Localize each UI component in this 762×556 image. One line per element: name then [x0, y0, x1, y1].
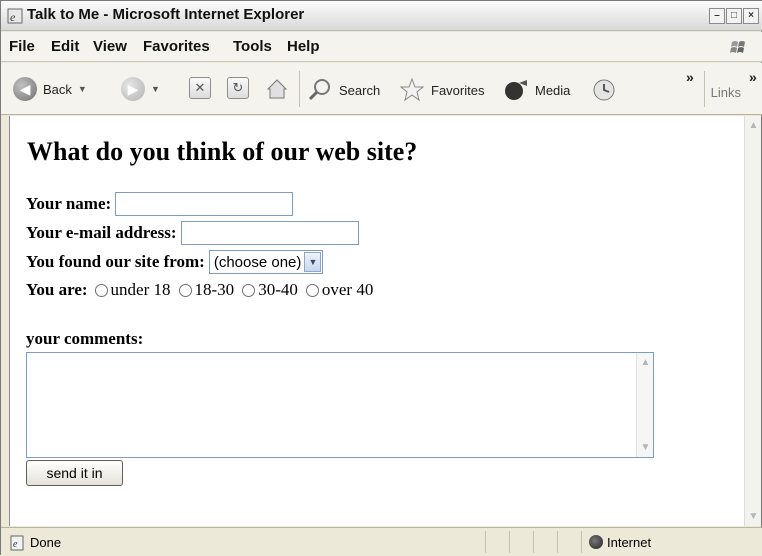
- menu-favorites[interactable]: Favorites: [143, 38, 210, 55]
- toolbar-separator: [299, 71, 300, 107]
- menu-edit[interactable]: Edit: [51, 38, 79, 55]
- toolbar: ◀ Back ▼ ▶ ▼ ✕ ↻ Search Favorites Media …: [1, 63, 762, 115]
- menu-help[interactable]: Help: [287, 38, 320, 55]
- refresh-icon: ↻: [227, 77, 249, 99]
- comments-label: your comments:: [26, 329, 144, 348]
- scroll-down-icon[interactable]: ▼: [746, 509, 761, 524]
- age-label: You are:: [26, 280, 88, 299]
- chevron-down-icon[interactable]: ▼: [304, 252, 322, 272]
- age-option-label: over 40: [321, 280, 374, 299]
- status-bar: e Done Internet: [1, 527, 762, 556]
- age-radio-over-40[interactable]: [305, 283, 319, 297]
- comments-row: your comments:: [26, 329, 147, 349]
- browser-window: e Talk to Me - Microsoft Internet Explor…: [0, 0, 762, 556]
- age-option-label: under 18: [110, 280, 171, 299]
- svg-text:e: e: [10, 10, 16, 24]
- page-heading: What do you think of our web site?: [27, 137, 418, 166]
- search-label: Search: [339, 82, 381, 98]
- history-button[interactable]: [591, 77, 617, 103]
- favorites-label: Favorites: [431, 82, 485, 98]
- media-icon: [505, 80, 527, 100]
- menu-file[interactable]: File: [9, 38, 35, 55]
- ie-page-icon: e: [7, 8, 23, 24]
- menu-bar: File Edit View Favorites Tools Help: [1, 32, 762, 62]
- star-icon: [399, 77, 425, 102]
- stop-button[interactable]: ✕: [189, 77, 211, 99]
- minimize-button[interactable]: –: [709, 8, 725, 24]
- status-text: Done: [30, 535, 62, 550]
- security-zone: Internet: [607, 535, 652, 550]
- back-dropdown-icon[interactable]: ▼: [78, 84, 87, 94]
- stop-icon: ✕: [189, 77, 211, 99]
- email-input[interactable]: [180, 221, 359, 245]
- status-divider: [581, 531, 582, 553]
- source-select[interactable]: (choose one) ▼: [208, 250, 324, 274]
- refresh-button[interactable]: ↻: [227, 77, 249, 99]
- name-label: Your name:: [26, 194, 112, 213]
- name-row: Your name:: [26, 192, 294, 216]
- page-done-icon: e: [10, 535, 24, 551]
- status-divider: [485, 531, 486, 553]
- submit-button[interactable]: send it in: [26, 460, 123, 486]
- links-overflow-icon[interactable]: »: [749, 69, 757, 85]
- search-button[interactable]: Search: [307, 77, 380, 103]
- toolbar-overflow-icon[interactable]: »: [686, 69, 694, 85]
- age-radio-under-18[interactable]: [94, 283, 108, 297]
- textarea-scrollbar[interactable]: ▲ ▼: [636, 353, 653, 457]
- back-button[interactable]: ◀ Back ▼: [13, 77, 87, 101]
- email-row: Your e-mail address:: [26, 221, 359, 245]
- status-divider: [533, 531, 534, 553]
- status-divider: [509, 531, 510, 553]
- scroll-up-icon[interactable]: ▲: [746, 118, 761, 133]
- scroll-up-icon[interactable]: ▲: [638, 355, 653, 370]
- comments-textarea[interactable]: ▲ ▼: [26, 352, 654, 458]
- windows-logo-icon: [730, 41, 745, 53]
- search-icon: [308, 79, 330, 101]
- menu-view[interactable]: View: [93, 38, 127, 55]
- history-icon: [593, 79, 615, 101]
- home-icon: [266, 79, 288, 99]
- home-button[interactable]: [265, 77, 289, 101]
- age-radio-30-40[interactable]: [242, 283, 256, 297]
- media-label: Media: [535, 82, 571, 98]
- maximize-button[interactable]: □: [726, 8, 742, 24]
- status-divider: [557, 531, 558, 553]
- forward-arrow-icon: ▶: [121, 77, 145, 101]
- links-label[interactable]: Links: [711, 85, 741, 100]
- back-arrow-icon: ◀: [13, 77, 37, 101]
- source-row: You found our site from: (choose one) ▼: [26, 250, 324, 274]
- age-row: You are: under 18 18-30 30-40 over 40: [26, 280, 373, 300]
- page-content: What do you think of our web site? Your …: [9, 116, 746, 526]
- forward-button[interactable]: ▶ ▼: [121, 77, 160, 101]
- page-scrollbar[interactable]: ▲ ▼: [744, 116, 761, 526]
- back-label: Back: [43, 81, 72, 97]
- menu-tools[interactable]: Tools: [233, 38, 272, 55]
- email-label: Your e-mail address:: [26, 223, 177, 242]
- name-input[interactable]: [115, 192, 294, 216]
- title-bar[interactable]: e Talk to Me - Microsoft Internet Explor…: [1, 1, 762, 31]
- age-option-label: 18-30: [194, 280, 235, 299]
- age-radio-18-30[interactable]: [178, 283, 192, 297]
- scroll-down-icon[interactable]: ▼: [638, 440, 653, 455]
- favorites-button[interactable]: Favorites: [399, 77, 484, 103]
- svg-text:e: e: [13, 539, 18, 550]
- toolbar-separator: [704, 71, 705, 107]
- media-button[interactable]: Media: [503, 77, 570, 103]
- window-title: Talk to Me - Microsoft Internet Explorer: [27, 6, 305, 23]
- forward-dropdown-icon[interactable]: ▼: [151, 84, 160, 94]
- source-select-value: (choose one): [213, 253, 302, 271]
- age-option-label: 30-40: [258, 280, 298, 299]
- close-button[interactable]: ×: [743, 8, 759, 24]
- source-label: You found our site from:: [26, 252, 205, 271]
- globe-icon: [589, 535, 603, 549]
